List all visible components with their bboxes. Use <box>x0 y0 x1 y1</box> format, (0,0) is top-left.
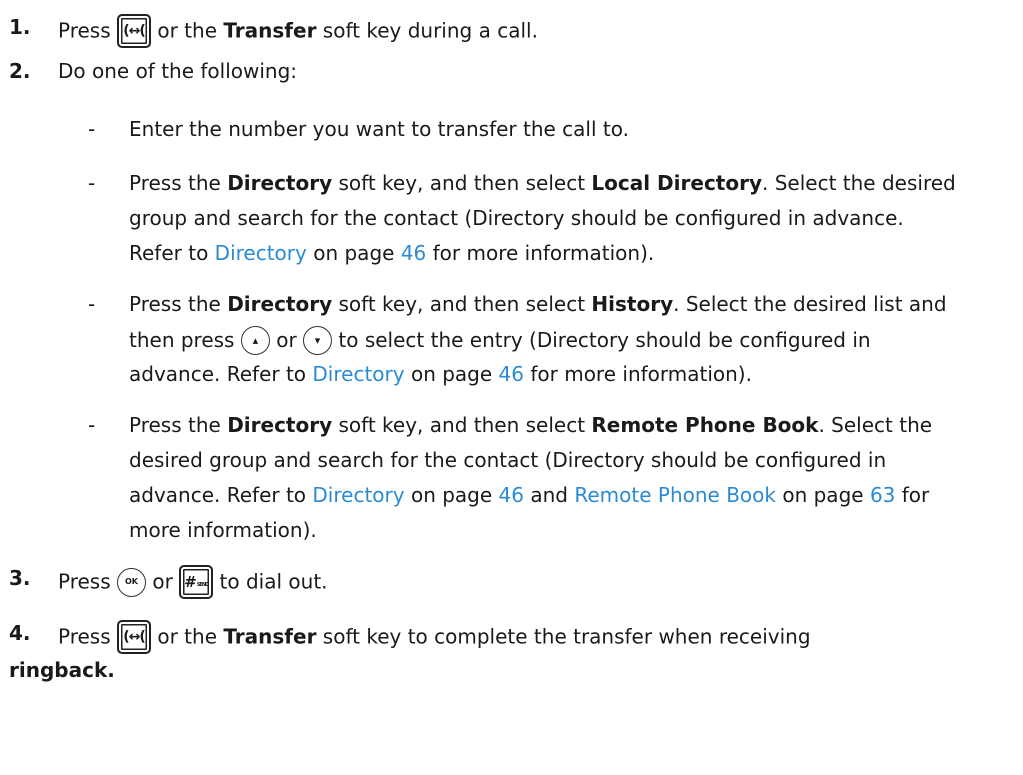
option-text: Enter the number you want to transfer th… <box>129 117 629 141</box>
step-number: 1. <box>9 15 31 39</box>
transfer-key-icon: (↔( <box>117 620 151 654</box>
ok-key-icon: OK <box>117 567 146 597</box>
page-46-link[interactable]: 46 <box>401 241 426 265</box>
directory-link[interactable]: Directory <box>312 362 404 386</box>
step-number: 3. <box>9 566 31 590</box>
down-key-icon: ▾ <box>303 326 333 355</box>
page-46-link[interactable]: 46 <box>499 483 524 507</box>
directory-link[interactable]: Directory <box>215 241 307 265</box>
up-key-icon: ▴ <box>240 326 270 355</box>
step-number: 2. <box>9 59 31 83</box>
bullet-dash: - <box>88 117 96 141</box>
pound-send-key-icon: # SEND <box>179 565 214 599</box>
step-text: Press OK or # SEND to dial out. <box>58 565 328 600</box>
directory-link[interactable]: Directory <box>312 483 404 507</box>
transfer-softkey-label: Transfer <box>223 624 317 649</box>
step-text: Press (↔( or the Transfer soft key to co… <box>58 620 811 655</box>
step-number: 4. <box>9 621 31 645</box>
transfer-key-icon: (↔( <box>117 14 151 48</box>
page-63-link[interactable]: 63 <box>870 483 895 507</box>
page-46-link[interactable]: 46 <box>499 362 524 386</box>
manual-page: 1. Press (↔( or the Transfer soft key du… <box>9 14 956 682</box>
bullet-dash: - <box>88 171 96 195</box>
step-text: Press (↔( or the Transfer soft key durin… <box>58 14 538 49</box>
transfer-softkey-label: Transfer <box>223 18 317 43</box>
remote-phone-book-link[interactable]: Remote Phone Book <box>574 483 776 507</box>
bullet-dash: - <box>88 292 96 316</box>
bullet-dash: - <box>88 413 96 437</box>
step-text: Do one of the following: <box>58 59 298 83</box>
